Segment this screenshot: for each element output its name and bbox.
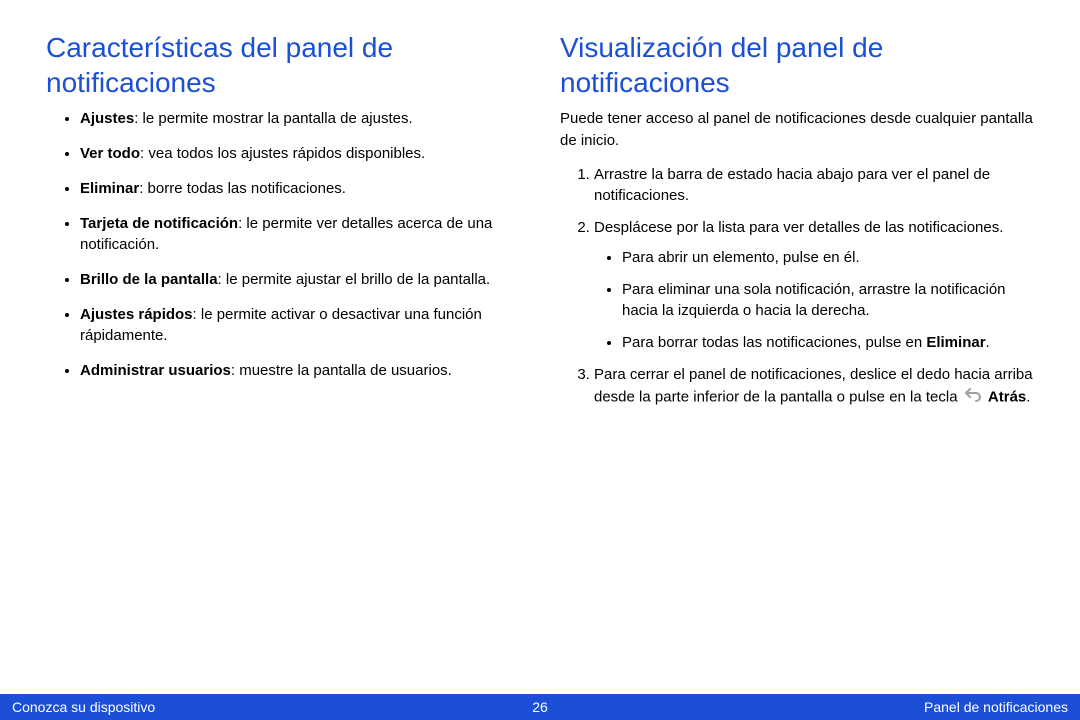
step-text: . (1026, 388, 1030, 405)
item-desc: : vea todos los ajustes rápidos disponib… (140, 145, 425, 162)
two-column-layout: Características del panel de notificacio… (0, 0, 1080, 418)
sub-text: Para abrir un elemento, pulse en él. (622, 249, 860, 266)
item-desc: : muestre la pantalla de usuarios. (231, 362, 452, 379)
page-footer: Conozca su dispositivo 26 Panel de notif… (0, 694, 1080, 720)
steps-list: Arrastre la barra de estado hacia abajo … (560, 164, 1034, 409)
list-item: Ajustes rápidos: le permite activar o de… (80, 304, 520, 346)
item-term: Eliminar (80, 180, 139, 197)
step-item: Para cerrar el panel de notificaciones, … (594, 364, 1034, 409)
list-item: Brillo de la pantalla: le permite ajusta… (80, 269, 520, 290)
footer-right: Panel de notificaciones (548, 699, 1068, 715)
bold-term: Atrás (988, 388, 1026, 405)
sub-text: Para eliminar una sola notificación, arr… (622, 281, 1006, 320)
step-text: Arrastre la barra de estado hacia abajo … (594, 166, 990, 205)
item-term: Tarjeta de notificación (80, 215, 238, 232)
step-item: Arrastre la barra de estado hacia abajo … (594, 164, 1034, 208)
footer-page-number: 26 (532, 699, 548, 715)
feature-list: Ajustes: le permite mostrar la pantalla … (46, 108, 520, 381)
step-text: Desplácese por la lista para ver detalle… (594, 219, 1003, 236)
substep-list: Para abrir un elemento, pulse en él. Par… (594, 247, 1034, 354)
list-item: Tarjeta de notificación: le permite ver … (80, 213, 520, 255)
item-term: Ajustes (80, 110, 134, 127)
intro-paragraph: Puede tener acceso al panel de notificac… (560, 108, 1034, 152)
list-item: Para abrir un elemento, pulse en él. (622, 247, 1034, 269)
item-term: Ver todo (80, 145, 140, 162)
list-item: Ajustes: le permite mostrar la pantalla … (80, 108, 520, 129)
item-desc: : le permite ajustar el brillo de la pan… (218, 271, 491, 288)
list-item: Eliminar: borre todas las notificaciones… (80, 178, 520, 199)
sub-text: . (986, 334, 990, 351)
item-desc: : borre todas las notificaciones. (139, 180, 346, 197)
right-column: Visualización del panel de notificacione… (560, 30, 1034, 418)
back-icon (964, 386, 982, 409)
bold-term: Eliminar (926, 334, 985, 351)
list-item: Para borrar todas las notificaciones, pu… (622, 332, 1034, 354)
sub-text: Para borrar todas las notificaciones, pu… (622, 334, 926, 351)
left-heading: Características del panel de notificacio… (46, 30, 520, 100)
list-item: Para eliminar una sola notificación, arr… (622, 279, 1034, 323)
footer-left: Conozca su dispositivo (12, 699, 532, 715)
item-term: Brillo de la pantalla (80, 271, 218, 288)
item-term: Ajustes rápidos (80, 306, 193, 323)
list-item: Ver todo: vea todos los ajustes rápidos … (80, 143, 520, 164)
item-desc: : le permite mostrar la pantalla de ajus… (134, 110, 412, 127)
item-term: Administrar usuarios (80, 362, 231, 379)
left-column: Características del panel de notificacio… (46, 30, 520, 418)
step-item: Desplácese por la lista para ver detalle… (594, 217, 1034, 354)
manual-page: Características del panel de notificacio… (0, 0, 1080, 720)
right-heading: Visualización del panel de notificacione… (560, 30, 1034, 100)
list-item: Administrar usuarios: muestre la pantall… (80, 360, 520, 381)
